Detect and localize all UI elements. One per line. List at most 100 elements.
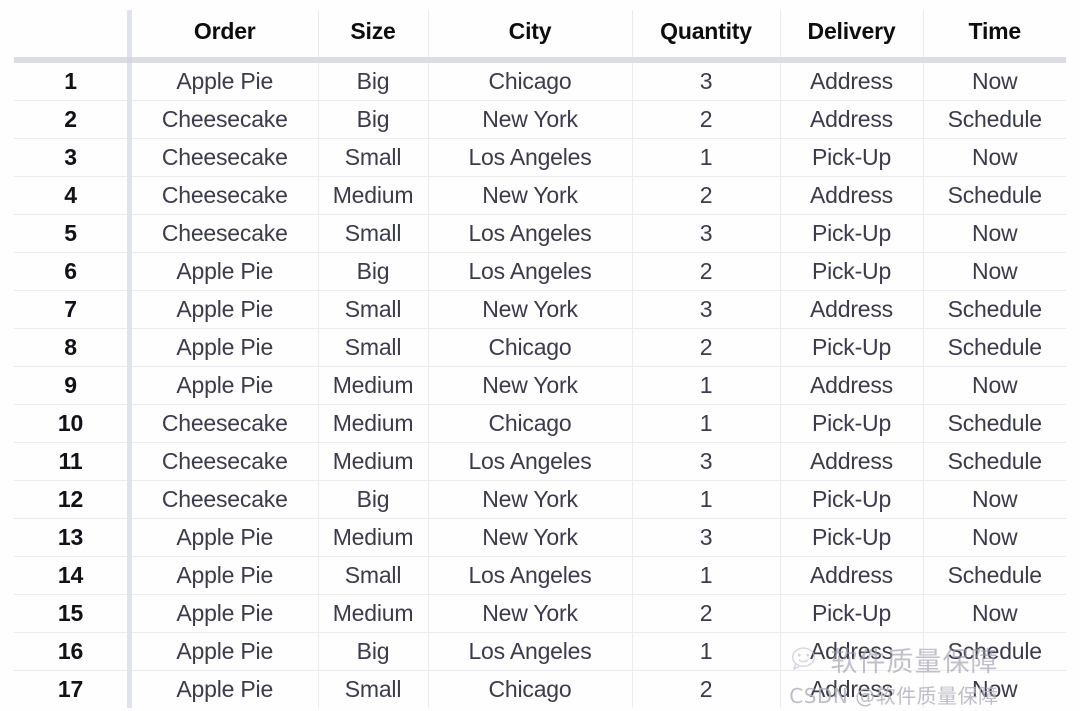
table-row[interactable]: 12 Cheesecake Big New York 1 Pick-Up Now: [14, 480, 1066, 519]
cell-order[interactable]: Apple Pie: [132, 594, 318, 633]
cell-city[interactable]: New York: [427, 594, 632, 633]
table-row[interactable]: 16 Apple Pie Big Los Angeles 1 Address Schedul…: [14, 632, 1066, 671]
cell-city[interactable]: New York: [427, 518, 632, 557]
table-row[interactable]: 17 Apple Pie Small Chicago 2 Address Now: [14, 670, 1066, 708]
cell-delivery[interactable]: Pick-Up: [779, 518, 923, 557]
cell-size[interactable]: Big: [317, 632, 428, 671]
cell-time[interactable]: Schedule: [922, 100, 1066, 139]
cell-delivery[interactable]: Address: [779, 632, 923, 671]
cell-time[interactable]: Schedule: [922, 442, 1066, 481]
cell-order[interactable]: Apple Pie: [132, 518, 318, 557]
cell-city[interactable]: Los Angeles: [427, 252, 632, 291]
cell-order[interactable]: Apple Pie: [132, 63, 318, 101]
cell-size[interactable]: Small: [317, 556, 428, 595]
table-row[interactable]: 5 Cheesecake Small Los Angeles 3 Pick-Up Now: [14, 214, 1066, 253]
column-header-quantity[interactable]: Quantity: [631, 10, 780, 57]
table-row[interactable]: 1 Apple Pie Big Chicago 3 Address Now: [14, 63, 1066, 101]
cell-city[interactable]: Los Angeles: [427, 442, 632, 481]
cell-order[interactable]: Cheesecake: [132, 176, 318, 215]
cell-delivery[interactable]: Address: [779, 556, 923, 595]
cell-delivery[interactable]: Pick-Up: [779, 328, 923, 367]
cell-order[interactable]: Apple Pie: [132, 252, 318, 291]
cell-delivery[interactable]: Pick-Up: [779, 138, 923, 177]
cell-delivery[interactable]: Pick-Up: [779, 404, 923, 443]
table-row[interactable]: 15 Apple Pie Medium New York 2 Pick-Up Now: [14, 594, 1066, 633]
cell-quantity[interactable]: 3: [631, 442, 780, 481]
cell-size[interactable]: Small: [317, 138, 428, 177]
table-row[interactable]: 14 Apple Pie Small Los Angeles 1 Address Sched…: [14, 556, 1066, 595]
column-header-time[interactable]: Time: [922, 10, 1066, 57]
cell-order[interactable]: Cheesecake: [132, 404, 318, 443]
cell-quantity[interactable]: 1: [631, 138, 780, 177]
cell-order[interactable]: Apple Pie: [132, 670, 318, 708]
cell-delivery[interactable]: Pick-Up: [779, 252, 923, 291]
cell-time[interactable]: Schedule: [922, 556, 1066, 595]
cell-order[interactable]: Apple Pie: [132, 366, 318, 405]
cell-quantity[interactable]: 3: [631, 214, 780, 253]
cell-quantity[interactable]: 1: [631, 404, 780, 443]
cell-size[interactable]: Medium: [317, 442, 428, 481]
cell-delivery[interactable]: Pick-Up: [779, 480, 923, 519]
cell-quantity[interactable]: 2: [631, 328, 780, 367]
cell-delivery[interactable]: Pick-Up: [779, 214, 923, 253]
cell-delivery[interactable]: Address: [779, 442, 923, 481]
cell-order[interactable]: Apple Pie: [132, 328, 318, 367]
cell-size[interactable]: Medium: [317, 404, 428, 443]
cell-city[interactable]: Los Angeles: [427, 556, 632, 595]
cell-time[interactable]: Schedule: [922, 290, 1066, 329]
cell-size[interactable]: Small: [317, 290, 428, 329]
cell-quantity[interactable]: 1: [631, 366, 780, 405]
cell-time[interactable]: Now: [922, 670, 1066, 708]
cell-city[interactable]: Chicago: [427, 63, 632, 101]
table-row[interactable]: 8 Apple Pie Small Chicago 2 Pick-Up Schedule: [14, 328, 1066, 367]
cell-city[interactable]: Los Angeles: [427, 138, 632, 177]
cell-city[interactable]: Chicago: [427, 404, 632, 443]
cell-city[interactable]: New York: [427, 176, 632, 215]
column-header-delivery[interactable]: Delivery: [779, 10, 923, 57]
cell-quantity[interactable]: 3: [631, 290, 780, 329]
cell-time[interactable]: Now: [922, 138, 1066, 177]
cell-time[interactable]: Now: [922, 594, 1066, 633]
cell-time[interactable]: Schedule: [922, 176, 1066, 215]
cell-time[interactable]: Now: [922, 252, 1066, 291]
cell-city[interactable]: Los Angeles: [427, 632, 632, 671]
cell-order[interactable]: Cheesecake: [132, 138, 318, 177]
cell-quantity[interactable]: 2: [631, 252, 780, 291]
cell-order[interactable]: Cheesecake: [132, 442, 318, 481]
cell-size[interactable]: Big: [317, 100, 428, 139]
cell-delivery[interactable]: Pick-Up: [779, 594, 923, 633]
cell-time[interactable]: Schedule: [922, 328, 1066, 367]
table-row[interactable]: 7 Apple Pie Small New York 3 Address Schedule: [14, 290, 1066, 329]
cell-city[interactable]: New York: [427, 480, 632, 519]
cell-size[interactable]: Medium: [317, 176, 428, 215]
cell-size[interactable]: Big: [317, 480, 428, 519]
cell-order[interactable]: Cheesecake: [132, 214, 318, 253]
cell-size[interactable]: Medium: [317, 518, 428, 557]
cell-city[interactable]: New York: [427, 366, 632, 405]
table-row[interactable]: 2 Cheesecake Big New York 2 Address Schedule: [14, 100, 1066, 139]
cell-quantity[interactable]: 2: [631, 176, 780, 215]
cell-quantity[interactable]: 1: [631, 480, 780, 519]
cell-order[interactable]: Apple Pie: [132, 290, 318, 329]
cell-size[interactable]: Medium: [317, 366, 428, 405]
cell-size[interactable]: Big: [317, 252, 428, 291]
table-row[interactable]: 11 Cheesecake Medium Los Angeles 3 Address Sch…: [14, 442, 1066, 481]
cell-size[interactable]: Big: [317, 63, 428, 101]
table-row[interactable]: 6 Apple Pie Big Los Angeles 2 Pick-Up Now: [14, 252, 1066, 291]
cell-size[interactable]: Medium: [317, 594, 428, 633]
cell-delivery[interactable]: Address: [779, 366, 923, 405]
cell-order[interactable]: Apple Pie: [132, 556, 318, 595]
cell-time[interactable]: Schedule: [922, 404, 1066, 443]
cell-quantity[interactable]: 2: [631, 594, 780, 633]
cell-size[interactable]: Small: [317, 328, 428, 367]
cell-time[interactable]: Now: [922, 366, 1066, 405]
cell-quantity[interactable]: 3: [631, 63, 780, 101]
cell-time[interactable]: Now: [922, 518, 1066, 557]
cell-quantity[interactable]: 3: [631, 518, 780, 557]
table-row[interactable]: 9 Apple Pie Medium New York 1 Address Now: [14, 366, 1066, 405]
cell-delivery[interactable]: Address: [779, 670, 923, 708]
cell-time[interactable]: Schedule: [922, 632, 1066, 671]
table-row[interactable]: 10 Cheesecake Medium Chicago 1 Pick-Up Schedul…: [14, 404, 1066, 443]
cell-city[interactable]: Chicago: [427, 670, 632, 708]
cell-order[interactable]: Cheesecake: [132, 480, 318, 519]
